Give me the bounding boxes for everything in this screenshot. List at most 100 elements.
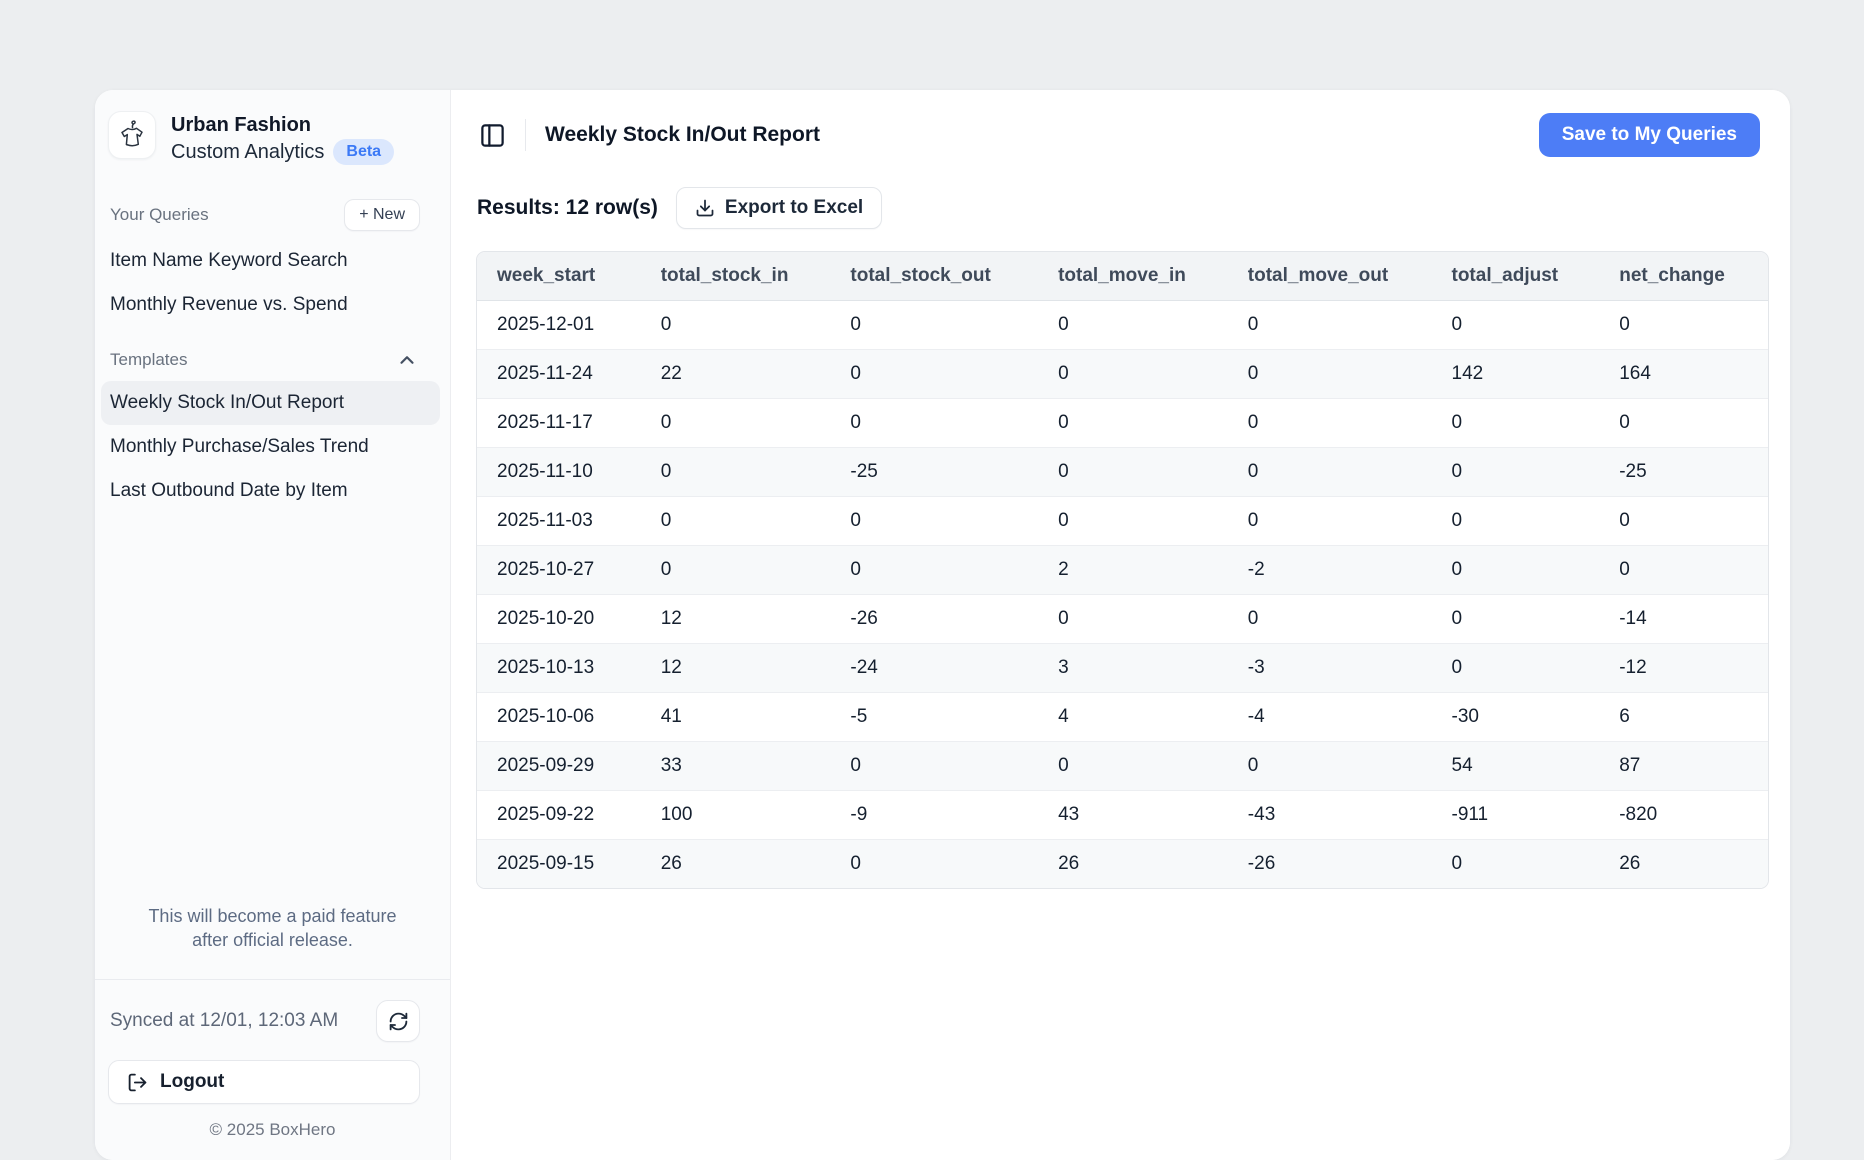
templates-label: Templates	[110, 350, 187, 370]
logout-icon	[127, 1072, 148, 1093]
your-queries-list: Item Name Keyword SearchMonthly Revenue …	[95, 237, 450, 327]
table-cell: 54	[1432, 742, 1600, 791]
export-to-excel-button[interactable]: Export to Excel	[676, 187, 882, 229]
table-cell: 0	[1599, 301, 1768, 350]
table-cell: 0	[1432, 399, 1600, 448]
sidebar-item-query-0[interactable]: Item Name Keyword Search	[101, 239, 440, 283]
copyright-text: © 2025 BoxHero	[95, 1104, 450, 1160]
header-divider	[525, 119, 526, 151]
table-cell: 0	[830, 546, 1038, 595]
table-cell: 142	[1432, 350, 1600, 399]
sidebar-item-template-0[interactable]: Weekly Stock In/Out Report	[101, 381, 440, 425]
table-cell: 0	[641, 301, 831, 350]
app-card: Urban Fashion Custom Analytics Beta Your…	[95, 90, 1790, 1160]
table-cell: 0	[1038, 595, 1228, 644]
table-cell: -43	[1228, 791, 1432, 840]
panel-left-icon	[479, 122, 506, 149]
table-row: 2025-12-01000000	[477, 301, 1768, 350]
table-row: 2025-11-100-25000-25	[477, 448, 1768, 497]
logout-label: Logout	[160, 1071, 224, 1093]
column-header-total_move_in: total_move_in	[1038, 252, 1228, 301]
column-header-total_stock_out: total_stock_out	[830, 252, 1038, 301]
table-cell: 0	[641, 546, 831, 595]
table-cell: -12	[1599, 644, 1768, 693]
your-queries-section-header: Your Queries + New	[95, 193, 450, 237]
table-cell: -30	[1432, 693, 1600, 742]
your-queries-label: Your Queries	[110, 205, 209, 225]
main-content: Weekly Stock In/Out Report Save to My Qu…	[451, 90, 1790, 1160]
table-row: 2025-11-17000000	[477, 399, 1768, 448]
main-header: Weekly Stock In/Out Report Save to My Qu…	[451, 90, 1790, 157]
templates-collapse-button[interactable]	[394, 347, 420, 373]
table-cell: 0	[1599, 497, 1768, 546]
chevron-up-icon	[396, 349, 418, 371]
table-cell: -14	[1599, 595, 1768, 644]
table-cell: 0	[1228, 350, 1432, 399]
table-cell: -26	[830, 595, 1038, 644]
sidebar-item-template-2[interactable]: Last Outbound Date by Item	[101, 469, 440, 513]
table-row: 2025-09-22100-943-43-911-820	[477, 791, 1768, 840]
table-cell: 0	[1228, 742, 1432, 791]
workspace-logo	[108, 111, 156, 159]
table-cell: 0	[641, 448, 831, 497]
table-cell: 0	[830, 301, 1038, 350]
page-title: Weekly Stock In/Out Report	[545, 123, 820, 147]
sidebar-item-template-1[interactable]: Monthly Purchase/Sales Trend	[101, 425, 440, 469]
table-cell: 0	[1228, 497, 1432, 546]
table-cell: 0	[830, 840, 1038, 889]
table-cell: -25	[1599, 448, 1768, 497]
table-cell: 0	[1432, 840, 1600, 889]
table-cell: 0	[1228, 448, 1432, 497]
new-query-button[interactable]: + New	[344, 199, 420, 231]
column-header-net_change: net_change	[1599, 252, 1768, 301]
paid-feature-notice: This will become a paid feature after of…	[95, 905, 450, 979]
table-cell: 2025-10-20	[477, 595, 641, 644]
table-row: 2025-10-0641-54-4-306	[477, 693, 1768, 742]
table-cell: 22	[641, 350, 831, 399]
table-cell: 0	[1038, 350, 1228, 399]
synced-row: Synced at 12/01, 12:03 AM	[95, 980, 450, 1042]
download-icon	[695, 198, 715, 218]
table-row: 2025-10-2012-26000-14	[477, 595, 1768, 644]
export-to-excel-label: Export to Excel	[725, 197, 863, 219]
table-cell: 0	[1038, 399, 1228, 448]
table-cell: 26	[1599, 840, 1768, 889]
results-table: week_starttotal_stock_intotal_stock_outt…	[477, 252, 1768, 888]
table-cell: 0	[1432, 644, 1600, 693]
logout-button[interactable]: Logout	[108, 1060, 420, 1104]
table-cell: 2025-12-01	[477, 301, 641, 350]
table-row: 2025-10-1312-243-30-12	[477, 644, 1768, 693]
table-cell: 0	[641, 399, 831, 448]
table-cell: 0	[1432, 546, 1600, 595]
table-cell: -820	[1599, 791, 1768, 840]
table-cell: 4	[1038, 693, 1228, 742]
synced-status-text: Synced at 12/01, 12:03 AM	[110, 1010, 338, 1032]
table-cell: -911	[1432, 791, 1600, 840]
save-to-my-queries-button[interactable]: Save to My Queries	[1539, 113, 1760, 157]
product-name: Custom Analytics	[171, 140, 324, 164]
templates-section-header: Templates	[95, 341, 450, 379]
table-cell: -4	[1228, 693, 1432, 742]
table-cell: -2	[1228, 546, 1432, 595]
column-header-total_move_out: total_move_out	[1228, 252, 1432, 301]
tshirt-icon	[115, 118, 149, 152]
sidebar-item-query-1[interactable]: Monthly Revenue vs. Spend	[101, 283, 440, 327]
table-header-row: week_starttotal_stock_intotal_stock_outt…	[477, 252, 1768, 301]
table-cell: 0	[830, 350, 1038, 399]
brand-block: Urban Fashion Custom Analytics Beta	[95, 90, 450, 179]
table-cell: 0	[830, 742, 1038, 791]
table-cell: 0	[1228, 399, 1432, 448]
table-cell: -3	[1228, 644, 1432, 693]
table-cell: 0	[1038, 448, 1228, 497]
table-cell: 2025-10-27	[477, 546, 641, 595]
paid-feature-notice-line1: This will become a paid feature	[148, 906, 396, 926]
table-cell: -5	[830, 693, 1038, 742]
table-cell: 33	[641, 742, 831, 791]
refresh-button[interactable]	[376, 1000, 420, 1042]
column-header-total_stock_in: total_stock_in	[641, 252, 831, 301]
table-cell: 0	[641, 497, 831, 546]
workspace-name: Urban Fashion	[171, 113, 394, 137]
templates-list: Weekly Stock In/Out ReportMonthly Purcha…	[95, 379, 450, 513]
sidebar-toggle-button[interactable]	[477, 120, 508, 151]
table-cell: 41	[641, 693, 831, 742]
